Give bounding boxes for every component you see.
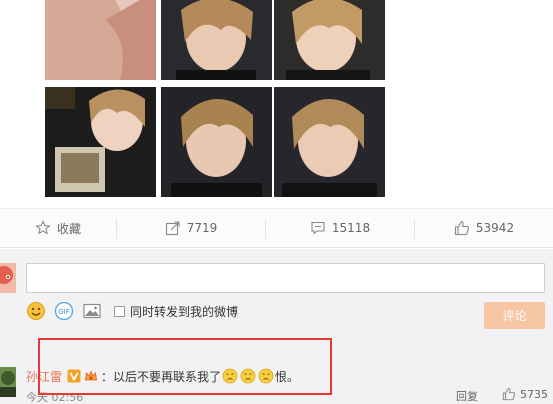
thumbs-up-icon [454, 220, 470, 236]
repost-count: 7719 [186, 221, 218, 235]
svg-text:GIF: GIF [58, 308, 70, 316]
thumbs-up-icon [502, 387, 516, 401]
avatar[interactable] [0, 263, 16, 293]
comment-icon [310, 220, 326, 236]
comment-line: 孙江雷 ：以后不要再联系我了 恨。 [26, 367, 299, 385]
comment-like-count: 5735 [520, 387, 548, 401]
comment-like-button[interactable]: 5735 [502, 387, 548, 401]
share-checkbox[interactable] [114, 305, 125, 317]
member-crown-icon [84, 369, 98, 383]
photo-thumbnail[interactable] [45, 0, 156, 80]
photo-grid [45, 0, 385, 197]
image-icon[interactable] [82, 301, 102, 321]
comment-item: 孙江雷 ：以后不要再联系我了 恨。 今天 02:56 回复 5735 [0, 345, 553, 404]
sad-face-emoji-icon [258, 368, 274, 384]
comment-composer: GIF 同时转发到我的微博 评论 [0, 249, 553, 345]
like-button[interactable]: 53942 [415, 209, 553, 247]
photo-thumbnail[interactable] [161, 0, 272, 80]
comment-input[interactable] [26, 263, 545, 293]
favorite-button[interactable]: 收藏 [0, 209, 116, 247]
comment-text-after: 恨。 [275, 369, 300, 384]
comment-button[interactable]: 15118 [266, 209, 414, 247]
comment-text-before: ：以后不要再联系我了 [101, 369, 222, 384]
photo-thumbnail[interactable] [161, 87, 272, 197]
gif-icon[interactable]: GIF [54, 301, 74, 321]
submit-comment-button[interactable]: 评论 [484, 302, 545, 329]
repost-button[interactable]: 7719 [117, 209, 265, 247]
like-count: 53942 [475, 221, 515, 235]
comment-username[interactable]: 孙江雷 [26, 368, 62, 385]
share-checkbox-label: 同时转发到我的微博 [130, 304, 239, 319]
verified-v-icon [67, 369, 81, 383]
sad-face-emoji-icon [222, 368, 238, 384]
repost-icon [165, 220, 181, 236]
photo-thumbnail[interactable] [274, 87, 385, 197]
photo-thumbnail[interactable] [274, 0, 385, 80]
comment-count: 15118 [331, 221, 371, 235]
photo-thumbnail[interactable] [45, 87, 156, 197]
star-icon [35, 220, 51, 236]
reply-button[interactable]: 回复 [456, 388, 478, 404]
action-bar: 收藏 7719 15118 53942 [0, 208, 553, 248]
favorite-label: 收藏 [56, 221, 81, 236]
composer-toolbar: GIF 同时转发到我的微博 [26, 301, 238, 321]
avatar[interactable] [0, 367, 16, 397]
comment-timestamp: 今天 02:56 [26, 391, 84, 404]
emoji-icon[interactable] [26, 301, 46, 321]
sad-face-emoji-icon [240, 368, 256, 384]
